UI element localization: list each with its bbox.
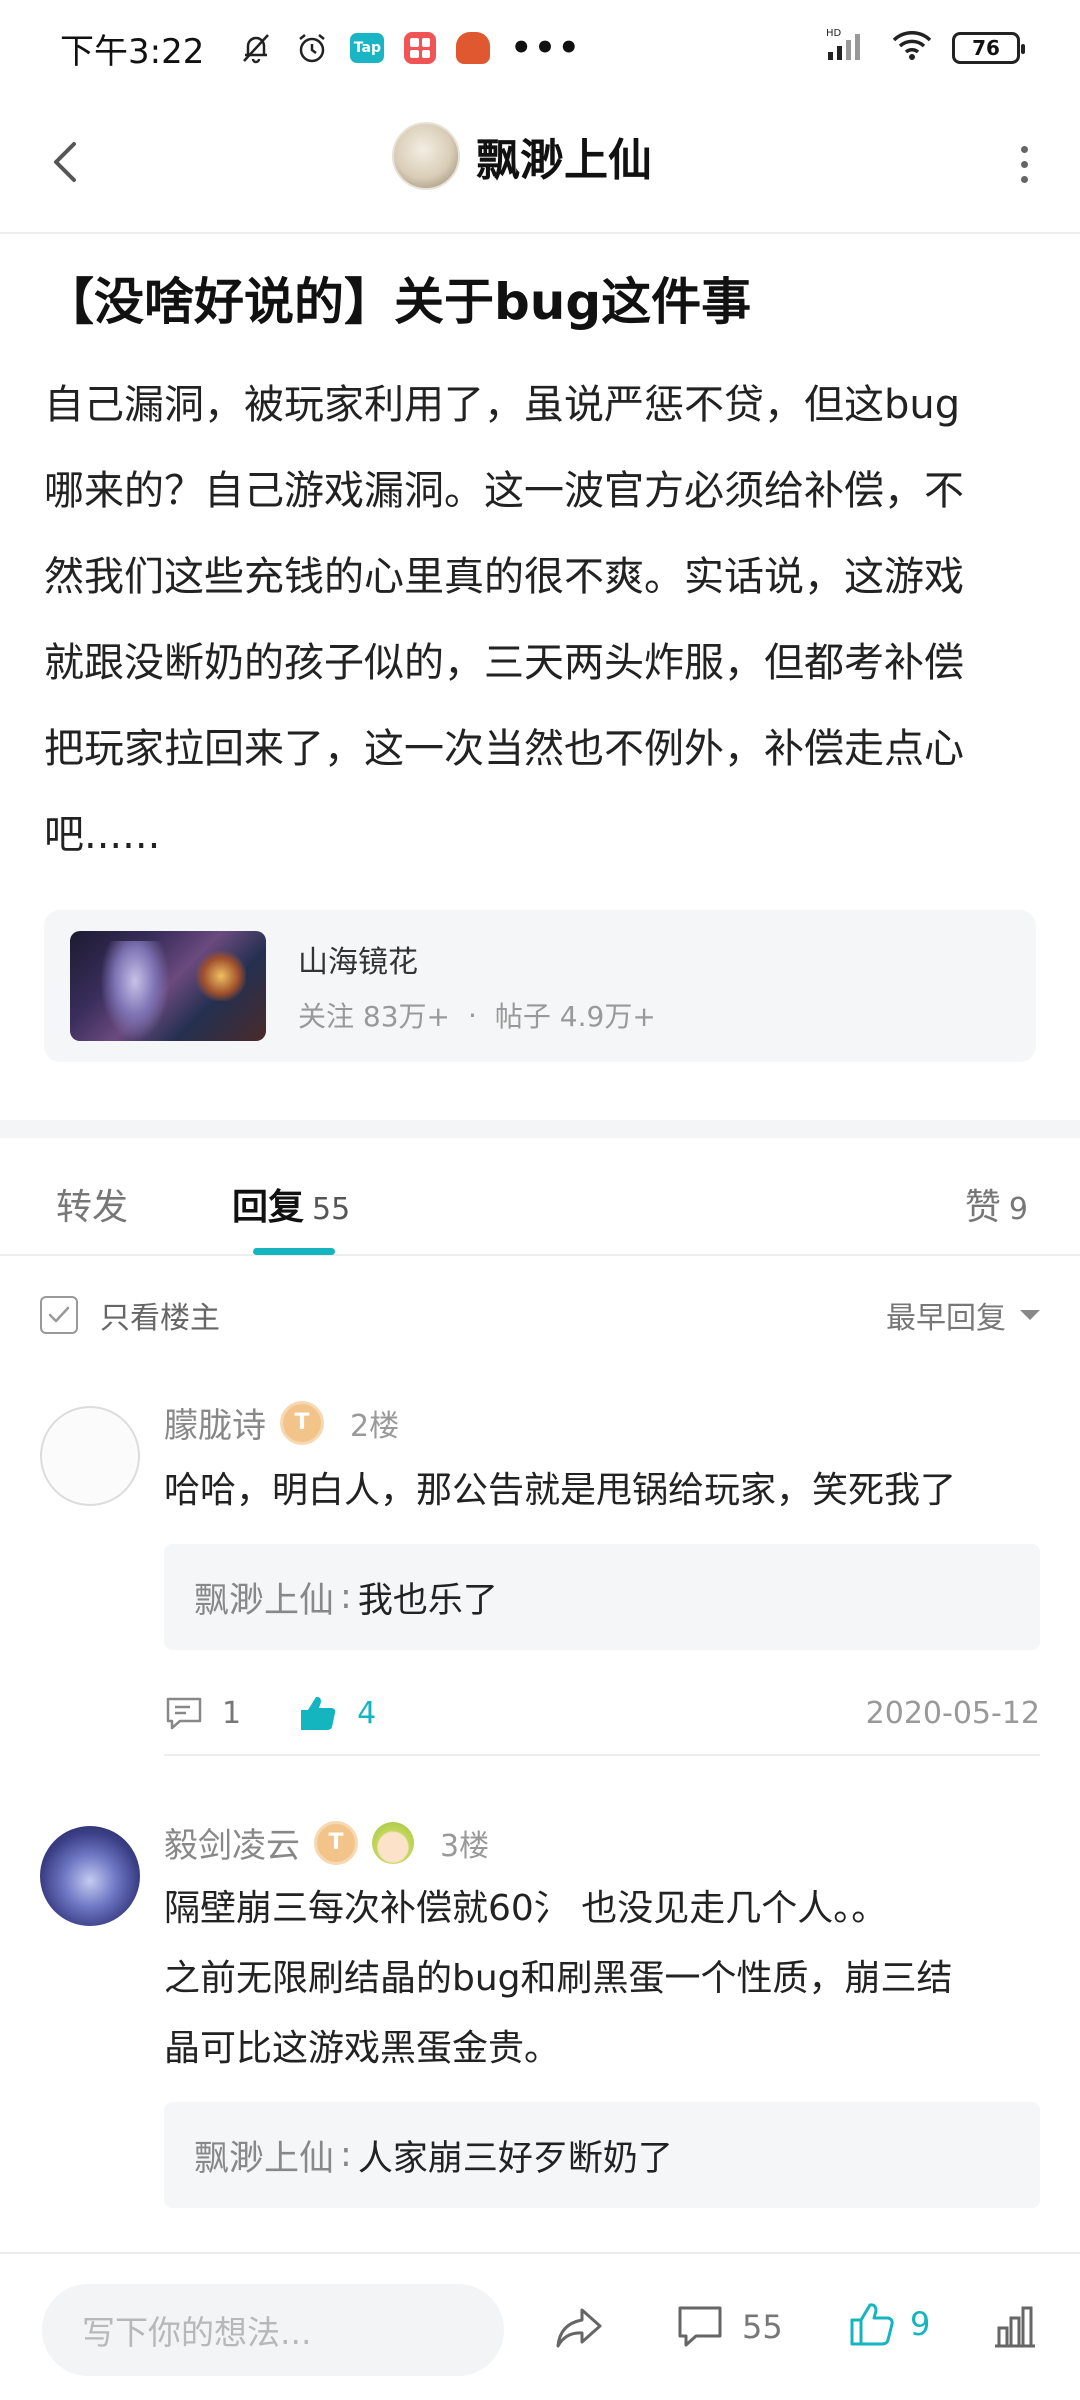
comment-text-line: 隔壁崩三每次补偿就60氵 也没见走几个人。。 [164,1888,888,1929]
comment-text-line: 哈哈，明白人，那公告就是甩锅给玩家，笑死我了 [164,1470,957,1511]
comment-text[interactable]: 哈哈，明白人，那公告就是甩锅给玩家，笑死我了 [164,1456,1040,1526]
comment-text-line: 晶可比这游戏黑蛋金贵。 [164,2028,561,2069]
like-count: 4 [357,1695,377,1731]
post-body-line: 然我们这些充钱的心里真的很不爽。实话说，这游戏 [44,554,964,600]
post-like-button[interactable]: 9 [848,2300,930,2348]
post-body-line: 哪来的？自己游戏漏洞。这一波官方必须给补偿，不 [44,468,964,514]
comment-text-line: 之前无限刷结晶的bug和刷黑蛋一个性质，崩三结 [164,1958,953,1999]
tab-reply-label: 回复 [232,1187,305,1228]
comment-reply-button[interactable]: 1 [164,1695,241,1731]
thumbs-up-outline-icon [850,2303,894,2346]
reply-text: 人家崩三好歹断奶了 [357,2138,673,2179]
comment-text[interactable]: 隔壁崩三每次补偿就60氵 也没见走几个人。。 之前无限刷结晶的bug和刷黑蛋一个… [164,1874,1040,2084]
commenter-avatar[interactable] [40,1406,140,1506]
tab-forward-label: 转发 [56,1187,129,1228]
section-divider [0,1120,1080,1138]
comment-like-button[interactable]: 4 [297,1693,376,1733]
comment-actions: 1 4 2020-05-12 [164,1686,1040,1740]
more-notifications-icon: ••• [510,28,582,68]
tab-like-count: 9 [1008,1192,1028,1227]
tap-app-icon: Tap [350,33,385,63]
caret-down-icon [1020,1310,1040,1320]
post-title: 【没啥好说的】关于bug这件事 [44,273,752,331]
back-button[interactable] [36,132,96,192]
forum-post-count: 帖子 4.9万+ [494,1000,656,1033]
comment-bubble-icon [678,2306,722,2347]
top-nav-bar: 飘渺上仙 [0,96,1080,234]
tab-like-label: 赞 [964,1187,1001,1228]
user-level-badge: T [314,1820,358,1865]
status-bar: 下午3:22 Tap ••• HD 76 [0,0,1080,96]
floor-number: 3楼 [440,1828,490,1864]
author-avatar[interactable] [392,122,460,190]
alarm-icon [294,30,330,66]
comment-date: 2020-05-12 [865,1695,1040,1731]
post-body: 自己漏洞，被玩家利用了，虽说严惩不贷，但这bug 哪来的？自己游戏漏洞。这一波官… [44,362,1040,878]
total-like-count: 9 [910,2305,931,2343]
post-body-line: 就跟没断奶的孩子似的，三天两头炸服，但都考补偿 [44,640,964,686]
share-arrow-icon [556,2308,602,2348]
bar-chart-icon [995,2306,1035,2348]
app-grid-icon [404,32,437,64]
reply-separator: : [340,2135,352,2175]
tab-forward[interactable]: 转发 [56,1178,128,1230]
post-tabs: 转发 回复 55 赞9 [0,1138,1080,1256]
total-comment-count: 55 [742,2308,783,2346]
reply-quote[interactable]: 飘渺上仙 : 我也乐了 [164,1544,1040,1650]
tab-reply[interactable]: 回复 55 [232,1178,350,1230]
author-name[interactable]: 飘渺上仙 [476,124,652,188]
forum-thumbnail [70,931,266,1041]
floor-number: 2楼 [350,1408,400,1444]
more-dot-icon [1020,160,1028,168]
svg-text:HD: HD [826,28,842,39]
chevron-left-icon [54,142,76,182]
active-tab-indicator [253,1248,335,1255]
post-body-line: 自己漏洞，被玩家利用了，虽说严惩不贷，但这bug [44,382,961,428]
tab-like[interactable]: 赞9 [965,1178,1028,1230]
reply-separator: : [340,1577,352,1617]
commenter-name[interactable]: 朦胧诗 [164,1398,266,1447]
only-author-checkbox[interactable] [40,1296,78,1334]
comment-icon [166,1697,202,1730]
signal-icon: HD [826,26,872,70]
bell-muted-icon [238,30,274,66]
post-body-line: 吧...... [44,812,161,858]
commenter-name[interactable]: 毅剑凌云 [164,1818,300,1867]
user-level-badge: T [280,1400,324,1445]
sort-label: 最早回复 [886,1301,1006,1336]
author-header[interactable]: 飘渺上仙 [392,122,652,190]
forum-follow-count: 关注 83万+ [298,1000,450,1033]
commenter-avatar[interactable] [40,1826,140,1926]
bottom-action-bar: 写下你的想法... 55 9 [0,2252,1080,2400]
comment-count: 1 [222,1695,242,1731]
more-options-button[interactable] [996,136,1052,192]
share-button[interactable] [552,2304,606,2356]
forum-stats-separator: · [468,998,477,1032]
reply-author: 飘渺上仙 [194,1580,335,1621]
thumbs-up-icon [301,1696,336,1730]
wifi-icon [890,26,934,70]
tab-reply-count: 55 [312,1192,351,1227]
comment-input-placeholder: 写下你的想法... [82,2313,312,2352]
only-author-label[interactable]: 只看楼主 [100,1293,220,1337]
check-icon [48,1306,70,1323]
more-dot-icon [1020,145,1028,153]
sort-dropdown[interactable]: 最早回复 [886,1293,1040,1337]
post-body-line: 把玩家拉回来了，这一次当然也不例外，补偿走点心 [44,726,964,772]
comments-button[interactable]: 55 [676,2304,783,2350]
forum-card[interactable]: 山海镜花 关注 83万+ · 帖子 4.9万+ [44,910,1036,1062]
forum-name: 山海镜花 [298,945,418,980]
battery-icon: 76 [952,32,1025,64]
more-dot-icon [1020,175,1028,183]
filter-row: 只看楼主 最早回复 [40,1290,1040,1340]
comment-divider [164,1754,1040,1756]
app-notification-icon [456,32,491,64]
reply-author: 飘渺上仙 [194,2138,335,2179]
comment-input[interactable]: 写下你的想法... [42,2284,504,2376]
reply-quote[interactable]: 飘渺上仙 : 人家崩三好歹断奶了 [164,2102,1040,2208]
reply-text: 我也乐了 [357,1580,498,1621]
avatar-frame-badge-icon [372,1821,414,1864]
stats-button[interactable] [992,2304,1038,2354]
status-time: 下午3:22 [60,31,205,72]
